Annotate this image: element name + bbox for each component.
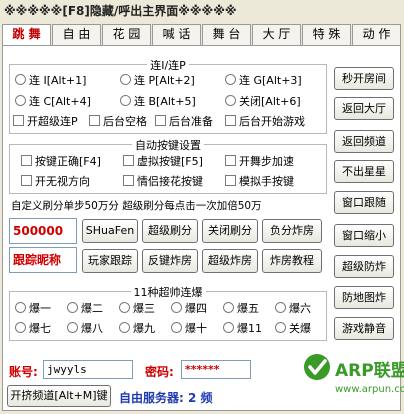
radio-connect-p[interactable]: 连 P[Alt+2] xyxy=(120,74,195,88)
check-ignore-direction[interactable]: 开无视方向 xyxy=(21,175,90,189)
account-label: 账号: xyxy=(9,365,38,379)
open-channel-button[interactable]: 开挤频道[Alt+M]键 xyxy=(7,385,111,407)
radio-burst-7[interactable]: 爆七 xyxy=(15,322,51,336)
player-track-button[interactable]: 玩家跟踪 xyxy=(82,249,138,273)
window-follow-button[interactable]: 窗口跟随 xyxy=(334,191,394,214)
radio-burst-6[interactable]: 爆六 xyxy=(275,302,311,316)
tab-hall[interactable]: 大 厅 xyxy=(252,24,301,45)
radio-circle-icon xyxy=(275,322,286,333)
no-stars-button[interactable]: 不出星星 xyxy=(334,160,394,183)
tab-free[interactable]: 自 由 xyxy=(52,24,101,45)
radio-circle-icon xyxy=(120,95,131,106)
checkbox-icon xyxy=(225,175,236,186)
check-couple-flower[interactable]: 情侣接花按键 xyxy=(123,175,203,189)
radio-circle-icon xyxy=(275,302,286,313)
bomb-tutorial-button[interactable]: 炸房教程 xyxy=(262,249,322,273)
close-refresh-button[interactable]: 关闭刷分 xyxy=(202,219,258,243)
radio-circle-icon xyxy=(223,302,234,313)
radio-circle-icon xyxy=(225,95,236,106)
super-bomb-button[interactable]: 超级炸房 xyxy=(202,249,258,273)
checkbox-icon xyxy=(89,115,100,126)
tab-shout[interactable]: 喊 话 xyxy=(152,24,201,45)
burst-group-title: 11种超帅连爆 xyxy=(130,286,206,299)
radio-circle-icon xyxy=(225,74,236,85)
radio-burst-8[interactable]: 爆八 xyxy=(67,322,103,336)
server-status: 自由服务器: 2 频 xyxy=(119,391,213,405)
radio-circle-icon xyxy=(15,74,26,85)
checkbox-icon xyxy=(123,175,134,186)
radio-circle-icon xyxy=(223,322,234,333)
negative-bomb-button[interactable]: 负分炸房 xyxy=(262,219,322,243)
check-virtual-key[interactable]: 虚拟按键[F5] xyxy=(123,155,203,169)
tab-stage[interactable]: 舞 台 xyxy=(202,24,251,45)
radio-burst-1[interactable]: 爆一 xyxy=(15,302,51,316)
checkbox-icon xyxy=(225,155,236,166)
tab-bar: 跳 舞 自 由 花 园 喊 话 舞 台 大 厅 特 殊 动 作 xyxy=(2,24,402,45)
radio-circle-icon xyxy=(171,322,182,333)
radio-burst-2[interactable]: 爆二 xyxy=(67,302,103,316)
return-hall-button[interactable]: 返回大厅 xyxy=(334,97,394,120)
tab-garden[interactable]: 花 园 xyxy=(102,24,151,45)
account-input[interactable]: jwyyls xyxy=(43,360,133,379)
radio-burst-3[interactable]: 爆三 xyxy=(119,302,155,316)
map-antibomb-button[interactable]: 防地图炸 xyxy=(334,286,394,309)
tab-dance[interactable]: 跳 舞 xyxy=(2,24,51,45)
quick-open-room-button[interactable]: 秒开房间 xyxy=(334,67,394,90)
radio-circle-icon xyxy=(67,322,78,333)
check-bg-space[interactable]: 后台空格 xyxy=(89,115,147,129)
radio-circle-icon xyxy=(15,322,26,333)
watermark-brand: ARP联盟 xyxy=(335,361,404,381)
watermark-url: www.arpun.com xyxy=(335,384,404,395)
super-antibomb-button[interactable]: 超级防炸 xyxy=(334,255,394,278)
radio-connect-off[interactable]: 关闭[Alt+6] xyxy=(225,95,301,109)
checkbox-icon xyxy=(123,155,134,166)
check-bg-ready[interactable]: 后台准备 xyxy=(155,115,213,129)
radio-burst-off[interactable]: 关爆 xyxy=(275,322,311,336)
checkbox-icon xyxy=(225,115,236,126)
arp-watermark: ARP联盟 www.arpun.com xyxy=(302,352,404,410)
radio-burst-4[interactable]: 爆四 xyxy=(171,302,207,316)
refresh-value-input[interactable]: 500000 xyxy=(9,218,77,244)
radio-circle-icon xyxy=(67,302,78,313)
check-super-p[interactable]: 开超级连P xyxy=(13,115,78,129)
nick-input[interactable]: 跟踪昵称 xyxy=(9,247,77,273)
auto-key-group-title: 自动按键设置 xyxy=(132,139,204,152)
check-step-speed[interactable]: 开舞步加速 xyxy=(225,155,294,169)
check-simulate-hand[interactable]: 模拟手按键 xyxy=(225,175,294,189)
check-key-correct[interactable]: 按键正确[F4] xyxy=(21,155,101,169)
radio-circle-icon xyxy=(15,302,26,313)
password-input[interactable]: ****** xyxy=(181,360,251,379)
radio-circle-icon xyxy=(120,74,131,85)
radio-connect-i[interactable]: 连 I[Alt+1] xyxy=(15,74,86,88)
radio-circle-icon xyxy=(171,302,182,313)
window-title: ※※※※※[F8]隐藏/呼出主界面※※※※※ xyxy=(0,0,404,22)
radio-burst-9[interactable]: 爆九 xyxy=(119,322,155,336)
radio-connect-c[interactable]: 连 C[Alt+4] xyxy=(15,95,91,109)
radio-connect-b[interactable]: 连 B[Alt+5] xyxy=(120,95,196,109)
checkmark-logo-icon xyxy=(304,354,330,380)
radio-burst-10[interactable]: 爆十 xyxy=(171,322,207,336)
tab-action[interactable]: 动 作 xyxy=(352,24,401,45)
tab-special[interactable]: 特 殊 xyxy=(302,24,351,45)
connect-group-title: 连I/连P xyxy=(147,59,189,72)
radio-connect-g[interactable]: 连 G[Alt+3] xyxy=(225,74,302,88)
checkbox-icon xyxy=(21,155,32,166)
radio-circle-icon xyxy=(119,322,130,333)
super-refresh-button[interactable]: 超级刷分 xyxy=(142,219,198,243)
checkbox-icon xyxy=(13,115,24,126)
return-channel-button[interactable]: 返回频道 xyxy=(334,130,394,153)
checkbox-icon xyxy=(21,175,32,186)
radio-burst-5[interactable]: 爆五 xyxy=(223,302,259,316)
radio-circle-icon xyxy=(119,302,130,313)
radio-circle-icon xyxy=(15,95,26,106)
refresh-info: 自定义刷分单步50万分 超级刷分每点击一次加倍50万 xyxy=(11,200,262,212)
check-bg-start[interactable]: 后台开始游戏 xyxy=(225,115,305,129)
checkbox-icon xyxy=(155,115,166,126)
window-shrink-button[interactable]: 窗口缩小 xyxy=(334,224,394,247)
game-mute-button[interactable]: 游戏静音 xyxy=(334,317,394,340)
reverse-bomb-button[interactable]: 反键炸房 xyxy=(142,249,198,273)
password-label: 密码: xyxy=(145,365,174,379)
shuafen-button[interactable]: SHuaFen xyxy=(82,219,138,243)
radio-burst-11[interactable]: 爆11 xyxy=(223,322,262,336)
